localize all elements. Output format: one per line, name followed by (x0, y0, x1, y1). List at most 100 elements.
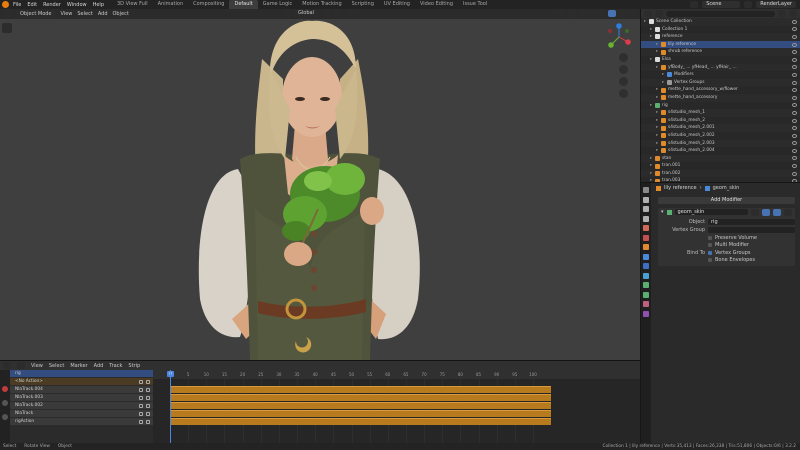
visibility-eye-icon[interactable] (792, 65, 797, 70)
outliner-item[interactable]: ▸ shrub reference (641, 48, 800, 56)
outliner-item[interactable]: ▸ s4studio_mesh_2.003 (641, 139, 800, 148)
outliner-editor-icon[interactable] (644, 10, 652, 17)
shading-wireframe-icon[interactable] (598, 10, 606, 17)
expand-triangle-icon[interactable]: ▸ (650, 56, 654, 64)
expand-triangle-icon[interactable]: ▸ (650, 33, 654, 41)
view-layer-field[interactable]: RenderLayer (756, 1, 796, 8)
3d-viewport[interactable]: Object Mode View Select Add Object Global (0, 9, 640, 360)
nla-menu-strip[interactable]: Strip (128, 363, 140, 369)
modifier-menu-icon[interactable] (784, 208, 792, 216)
nla-menu-view[interactable]: View (31, 363, 43, 369)
visibility-eye-icon[interactable] (792, 156, 797, 161)
xray-icon[interactable] (588, 10, 596, 17)
output-tab-icon[interactable] (643, 206, 649, 212)
expand-triangle-icon[interactable]: ▸ (656, 124, 660, 132)
outliner-item[interactable]: ▸ s4studio_mesh_1 (641, 109, 800, 117)
gizmo-toggle-icon[interactable] (568, 10, 576, 17)
material-tab-icon[interactable] (643, 301, 649, 307)
blender-logo-icon[interactable] (2, 1, 9, 8)
outliner-item[interactable]: ▸ Modifiers (641, 71, 800, 79)
expand-triangle-icon[interactable]: ▸ (656, 132, 660, 140)
track-checkbox-icon[interactable] (139, 403, 143, 408)
visibility-eye-icon[interactable] (792, 110, 797, 115)
visibility-eye-icon[interactable] (792, 88, 797, 93)
visibility-eye-icon[interactable] (792, 171, 797, 176)
visibility-eye-icon[interactable] (792, 148, 797, 153)
edit-mode-toggle-icon[interactable] (751, 208, 759, 216)
nla-track[interactable]: NlaTrack.003 (10, 394, 153, 401)
expand-triangle-icon[interactable]: ▸ (656, 64, 660, 72)
display-mode-icon[interactable] (655, 10, 663, 17)
outliner-item[interactable]: ▸ yfBody_ ... yfHead_ ... yfHair_ ... (641, 63, 800, 72)
add-modifier-button[interactable]: Add Modifier (658, 197, 795, 204)
outliner-item[interactable]: ▸ s4studio_mesh_2 (641, 117, 800, 125)
visibility-eye-icon[interactable] (792, 141, 797, 146)
visibility-eye-icon[interactable] (792, 95, 797, 100)
view-layer-icon[interactable] (744, 1, 753, 8)
menu-edit[interactable]: Edit (27, 2, 37, 8)
constraints-tab-icon[interactable] (643, 282, 649, 288)
visibility-eye-icon[interactable] (792, 42, 797, 47)
navigation-gizmo[interactable] (606, 23, 632, 51)
outliner-item[interactable]: ▸ s4studio_mesh_2.004 (641, 147, 800, 155)
outliner-item[interactable]: ▸ lily reference (641, 40, 800, 49)
nla-track[interactable]: <No Action> (10, 378, 153, 385)
render-toggle-icon[interactable] (773, 208, 781, 216)
visibility-eye-icon[interactable] (792, 133, 797, 138)
outliner-search-input[interactable] (666, 10, 775, 17)
tool-tab-icon[interactable] (643, 187, 649, 193)
tweak-icon[interactable] (2, 400, 8, 406)
texture-tab-icon[interactable] (643, 310, 649, 317)
scene-field[interactable]: Scene (702, 1, 741, 8)
menu-render[interactable]: Render (43, 2, 61, 8)
orientation-dropdown[interactable]: Global (294, 10, 318, 17)
record-icon[interactable] (2, 386, 8, 392)
multi-modifier-checkbox[interactable] (708, 243, 712, 247)
expand-triangle-icon[interactable]: ▸ (662, 79, 666, 87)
physics-tab-icon[interactable] (643, 272, 649, 279)
expand-triangle-icon[interactable]: ▸ (644, 18, 648, 26)
object-field[interactable]: rig (708, 219, 795, 225)
outliner-item[interactable]: ▸ rig (641, 102, 800, 110)
expand-triangle-icon[interactable]: ▸ (662, 71, 666, 79)
playhead-line[interactable] (170, 370, 171, 444)
nla-strip[interactable] (170, 418, 551, 425)
outliner-item[interactable]: ▸ Elsa (641, 56, 800, 64)
nla-menu-marker[interactable]: Marker (70, 363, 87, 369)
outliner-item[interactable]: ▸ reference (641, 33, 800, 41)
outliner-item[interactable]: ▸ stan (641, 154, 800, 163)
expand-triangle-icon[interactable]: ▸ (650, 102, 654, 110)
nla-menu-select[interactable]: Select (49, 363, 64, 369)
pivot-icon[interactable] (321, 10, 330, 17)
vertex-group-field[interactable] (708, 227, 795, 233)
visibility-eye-icon[interactable] (792, 72, 797, 77)
object-tab-icon[interactable] (643, 244, 649, 250)
mode-dropdown[interactable]: Object Mode (16, 10, 56, 18)
visibility-eye-icon[interactable] (792, 118, 797, 123)
camera-view-icon[interactable] (619, 77, 628, 86)
lock-icon[interactable] (146, 403, 150, 408)
modifier-name-field[interactable]: geom_skin (674, 209, 748, 215)
editor-type-icon[interactable] (3, 10, 11, 18)
render-tab-icon[interactable] (643, 196, 649, 203)
nla-strip[interactable] (170, 394, 551, 401)
lock-icon[interactable] (146, 411, 150, 416)
nla-strip-area[interactable] (153, 370, 640, 444)
orientation-icon[interactable] (282, 10, 290, 17)
expand-triangle-icon[interactable]: ▸ (656, 48, 660, 56)
track-checkbox-icon[interactable] (139, 419, 143, 424)
scene-tab-icon[interactable] (643, 225, 649, 231)
shading-material-icon[interactable] (618, 10, 626, 17)
lock-icon[interactable] (146, 387, 150, 392)
visibility-eye-icon[interactable] (792, 34, 797, 39)
expand-triangle-icon[interactable]: ▸ (656, 94, 660, 102)
tab-3d-view-full[interactable]: 3D View Full (112, 0, 153, 9)
toolbar-toggle-icon[interactable] (2, 23, 12, 33)
tab-video-editing[interactable]: Video Editing (415, 0, 458, 9)
menu-window[interactable]: Window (67, 2, 87, 8)
visibility-eye-icon[interactable] (792, 50, 797, 55)
nla-track[interactable]: NlaTrack.004 (10, 386, 153, 393)
outliner-item[interactable]: ▸ s4studio_mesh_2.002 (641, 132, 800, 140)
visibility-icon[interactable] (558, 10, 566, 17)
frame-ruler[interactable]: 0 51015202530354045505560657075808590951… (153, 370, 640, 379)
